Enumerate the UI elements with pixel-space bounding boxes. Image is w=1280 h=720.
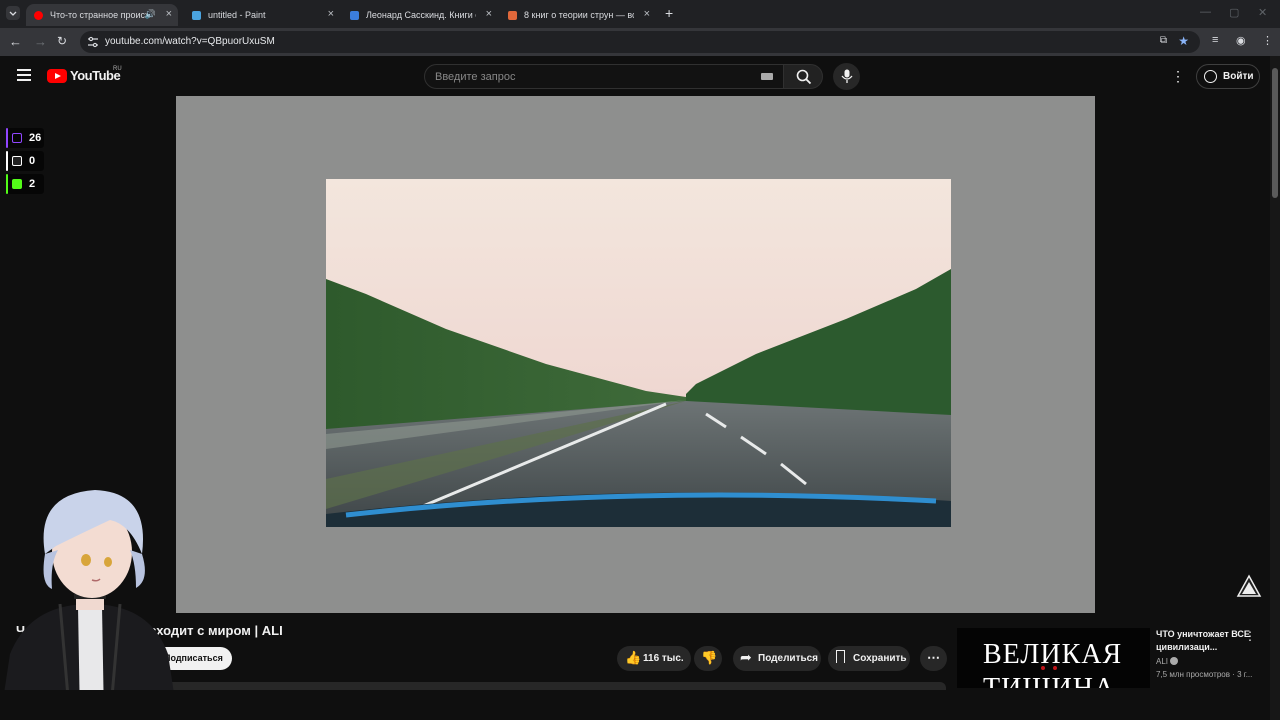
counter-value: 2 [29, 178, 36, 190]
forward-icon[interactable]: → [34, 34, 47, 49]
tab-youtube[interactable]: Что-то странное происход 🔊 × [26, 4, 178, 26]
like-button[interactable]: 👍 116 тыс. [617, 646, 691, 671]
close-window-button[interactable]: ✕ [1258, 6, 1267, 19]
tab-paint[interactable]: untitled - Paint × [184, 4, 340, 26]
youtube-favicon [34, 10, 43, 20]
close-icon[interactable]: × [166, 8, 172, 20]
minimize-button[interactable]: — [1200, 6, 1211, 18]
red-eye-dot [1053, 666, 1057, 670]
bookmark-star-icon[interactable]: ★ [1178, 34, 1189, 48]
signin-label: Войти [1223, 71, 1254, 82]
search-icon [796, 69, 812, 85]
share-icon: ➦ [740, 649, 752, 665]
tab-books[interactable]: Леонард Сасскинд. Книги онл × [342, 4, 498, 26]
twitch-icon [12, 133, 22, 143]
save-label: Сохранить [853, 653, 907, 664]
books-favicon [350, 10, 359, 20]
tab-title: Леонард Сасскинд. Книги онл [366, 10, 476, 20]
tab-search-button[interactable] [6, 6, 20, 20]
settings-menu-icon[interactable]: ⋮ [1171, 68, 1185, 85]
counter-w: 0 [6, 151, 44, 171]
voice-search-button[interactable] [833, 63, 860, 90]
signin-button[interactable]: Войти [1196, 64, 1260, 89]
tab-title: 8 книг о теории струн — все с [524, 10, 634, 20]
tab-title: untitled - Paint [208, 10, 266, 20]
tab-strings[interactable]: 8 книг о теории струн — все с × [500, 4, 656, 26]
video-player[interactable] [176, 96, 1262, 613]
verified-icon [1170, 657, 1179, 665]
share-button[interactable]: ➦ Поделиться [733, 646, 821, 671]
youtube-header: YouTube RU Введите запрос ⋮ Войти [0, 56, 1270, 96]
counter-kick: 2 [6, 174, 44, 194]
address-bar[interactable]: youtube.com/watch?v=QBpuorUxuSM ⧉ ★ [80, 31, 1200, 53]
thumbs-up-icon: 👍 [625, 650, 642, 665]
search-input[interactable]: Введите запрос [424, 64, 784, 89]
url-text: youtube.com/watch?v=QBpuorUxuSM [105, 36, 275, 47]
maximize-button[interactable]: ▢ [1229, 6, 1239, 19]
microphone-icon [841, 69, 853, 83]
save-button[interactable]: Сохранить [828, 646, 910, 671]
close-icon[interactable]: × [644, 8, 650, 20]
close-icon[interactable]: × [328, 8, 334, 20]
road-scene-image [326, 179, 951, 527]
search-button[interactable] [783, 64, 823, 89]
w-icon [12, 156, 22, 166]
counter-value: 26 [29, 132, 42, 144]
site-info-icon[interactable] [87, 36, 99, 48]
bookmark-icon [836, 650, 845, 663]
thumbnail-text: ВЕЛИКАЯ ТИШИНА [983, 639, 1123, 688]
close-icon[interactable]: × [486, 8, 492, 20]
youtube-logo-icon[interactable] [47, 69, 67, 83]
red-eye-dot [1041, 666, 1045, 670]
share-label: Поделиться [758, 653, 819, 664]
scrollbar-thumb[interactable] [1272, 68, 1278, 198]
account-icon [1204, 70, 1217, 83]
page-scrollbar[interactable] [1270, 56, 1280, 720]
vtuber-avatar-image [0, 490, 178, 720]
more-actions-button[interactable]: ⋯ [920, 646, 947, 671]
thumbs-down-icon: 👎 [701, 650, 718, 665]
paint-favicon [192, 10, 201, 20]
chevron-down-icon [9, 11, 17, 16]
hamburger-menu-icon[interactable] [17, 69, 31, 81]
kick-icon [12, 179, 22, 189]
recommended-thumbnail[interactable]: ВЕЛИКАЯ ТИШИНА [957, 628, 1150, 688]
description-box[interactable] [152, 682, 946, 690]
install-app-icon[interactable]: ⧉ [1160, 35, 1167, 46]
browser-toolbar: ← → ↻ youtube.com/watch?v=QBpuorUxuSM ⧉ … [0, 28, 1280, 56]
page-bottom [0, 690, 1270, 720]
site-favicon [508, 10, 517, 20]
screen: Что-то странное происход 🔊 × untitled - … [0, 0, 1280, 720]
keyboard-icon[interactable] [761, 73, 773, 80]
more-horizontal-icon: ⋯ [927, 650, 940, 665]
browser-menu-icon[interactable]: ⋮ [1262, 34, 1273, 47]
dislike-button[interactable]: 👎 [694, 646, 722, 671]
warning-triangle-icon [1236, 574, 1262, 597]
recommended-channel[interactable]: ALI [1156, 657, 1179, 666]
reload-icon[interactable]: ↻ [57, 34, 67, 48]
recommended-meta: 7,5 млн просмотров · 3 г... [1156, 670, 1253, 679]
counter-value: 0 [29, 155, 36, 167]
stream-counters: 26 0 2 [6, 128, 44, 197]
like-count: 116 тыс. [643, 653, 684, 664]
recommended-menu-icon[interactable]: ⋮ [1244, 629, 1256, 643]
country-code: RU [113, 66, 122, 72]
counter-twitch: 26 [6, 128, 44, 148]
browser-tabstrip: Что-то странное происход 🔊 × untitled - … [0, 0, 1280, 28]
media-control-icon[interactable]: ≡ [1212, 34, 1218, 46]
recommended-title[interactable]: ЧТО уничтожает ВСЕ цивилизаци... [1156, 628, 1250, 654]
profile-icon[interactable]: ◉ [1236, 34, 1246, 47]
search-placeholder: Введите запрос [435, 71, 516, 83]
back-icon[interactable]: ← [9, 34, 22, 49]
speaker-icon[interactable]: 🔊 [145, 9, 156, 20]
new-tab-button[interactable]: + [665, 5, 673, 21]
video-frame [326, 179, 951, 527]
tab-title: Что-то странное происход [50, 10, 150, 20]
